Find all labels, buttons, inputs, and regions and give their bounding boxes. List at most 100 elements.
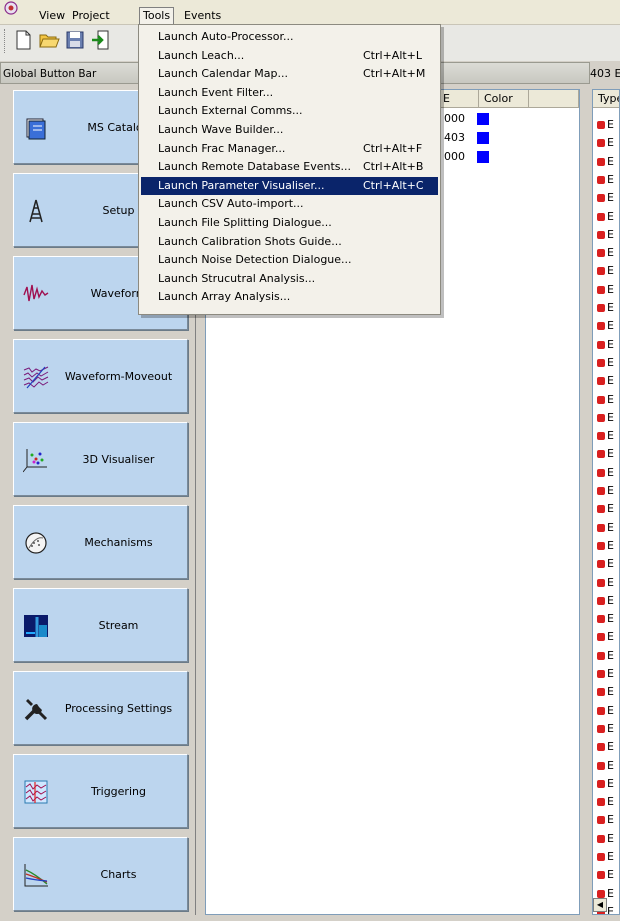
processing-settings-label: Processing Settings (64, 701, 173, 715)
event-row[interactable]: E (597, 336, 614, 354)
event-row[interactable]: E (597, 848, 614, 866)
event-row[interactable]: E (597, 464, 614, 482)
menu-tools[interactable]: Tools (139, 7, 175, 25)
event-type-icon (597, 798, 605, 807)
event-row[interactable]: E (597, 519, 614, 537)
color-swatch[interactable] (477, 132, 489, 144)
event-row[interactable]: E (597, 354, 614, 372)
event-row[interactable]: E (597, 427, 614, 445)
menu-item-leach[interactable]: Launch Leach... Ctrl+Alt+L (141, 47, 438, 66)
event-row[interactable]: E (597, 409, 614, 427)
menu-item-csv-auto-import[interactable]: Launch CSV Auto-import... (141, 195, 438, 214)
processing-settings-button[interactable]: Processing Settings (13, 671, 188, 745)
event-row[interactable]: E (597, 811, 614, 829)
menu-item-parameter-visualiser[interactable]: Launch Parameter Visualiser... Ctrl+Alt+C (141, 176, 438, 196)
menu-item-event-filter[interactable]: Launch Event Filter... (141, 84, 438, 103)
event-row[interactable]: E (597, 262, 614, 280)
event-type-label: E (607, 172, 614, 186)
open-folder-icon[interactable] (38, 29, 60, 51)
event-row[interactable]: E (597, 574, 614, 592)
menu-item-noise-detection[interactable]: Launch Noise Detection Dialogue... (141, 251, 438, 270)
events-list[interactable]: Typ e EEEEEEEEEEEEEEEEEEEEEEEEEEEEEEEEEEE… (592, 89, 620, 915)
event-row[interactable]: E (597, 537, 614, 555)
event-type-icon (597, 724, 605, 733)
event-type-icon (597, 395, 605, 404)
save-icon[interactable] (64, 29, 86, 51)
event-type-icon (597, 523, 605, 532)
mechanisms-button[interactable]: Mechanisms (13, 505, 188, 579)
event-row[interactable]: E (597, 775, 614, 793)
menu-project[interactable]: Project (69, 8, 113, 24)
toolbar-grip[interactable] (4, 29, 7, 53)
menu-item-structural-analysis[interactable]: Launch Strucutral Analysis... (141, 270, 438, 289)
event-row[interactable]: E (597, 445, 614, 463)
event-type-icon (597, 816, 605, 825)
event-row[interactable]: E (597, 153, 614, 171)
event-type-label: E (607, 154, 614, 168)
color-swatch[interactable] (477, 151, 489, 163)
menu-item-label: Launch Parameter Visualiser... (158, 178, 325, 192)
event-row[interactable]: E (597, 665, 614, 683)
menu-item-calendar-map[interactable]: Launch Calendar Map... Ctrl+Alt+M (141, 65, 438, 84)
menu-item-frac-manager[interactable]: Launch Frac Manager... Ctrl+Alt+F (141, 140, 438, 159)
event-row[interactable]: E (597, 134, 614, 152)
event-row[interactable]: E (597, 281, 614, 299)
event-row[interactable]: E (597, 738, 614, 756)
menu-view[interactable]: View (36, 8, 68, 24)
waveform-moveout-button[interactable]: Waveform-Moveout (13, 339, 188, 413)
event-row[interactable]: E (597, 866, 614, 884)
menu-events[interactable]: Events (181, 8, 224, 24)
menu-item-auto-processor[interactable]: Launch Auto-Processor... (141, 28, 438, 47)
event-row[interactable]: E (597, 299, 614, 317)
event-row[interactable]: E (597, 500, 614, 518)
color-swatch[interactable] (477, 113, 489, 125)
event-row[interactable]: E (597, 830, 614, 848)
stream-button[interactable]: Stream (13, 588, 188, 662)
event-row[interactable]: E (597, 116, 614, 134)
charts-button[interactable]: Charts (13, 837, 188, 911)
menu-item-shortcut: Ctrl+Alt+L (363, 48, 423, 62)
event-row[interactable]: E (597, 793, 614, 811)
event-row[interactable]: E (597, 317, 614, 335)
menu-item-external-comms[interactable]: Launch External Comms... (141, 102, 438, 121)
event-type-icon (597, 358, 605, 367)
event-row[interactable]: E (597, 372, 614, 390)
event-row[interactable]: E (597, 226, 614, 244)
event-type-icon (597, 633, 605, 642)
event-row[interactable]: E (597, 592, 614, 610)
menu-item-file-splitting[interactable]: Launch File Splitting Dialogue... (141, 214, 438, 233)
event-type-label: E (607, 721, 614, 735)
event-type-label: E (607, 776, 614, 790)
menu-item-array-analysis[interactable]: Launch Array Analysis... (141, 288, 438, 307)
event-row[interactable]: E (597, 702, 614, 720)
triggering-button[interactable]: Triggering (13, 754, 188, 828)
import-icon[interactable] (90, 29, 112, 51)
menu-item-remote-database-events[interactable]: Launch Remote Database Events... Ctrl+Alt… (141, 158, 438, 177)
menu-bar: View Project Tools Events (0, 0, 620, 25)
event-row[interactable]: E (597, 171, 614, 189)
event-type-icon (597, 432, 605, 441)
event-row[interactable]: E (597, 757, 614, 775)
event-row[interactable]: E (597, 720, 614, 738)
column-header-type[interactable]: Type (593, 90, 619, 108)
new-file-icon[interactable] (12, 29, 34, 51)
event-row[interactable]: E (597, 244, 614, 262)
3d-visualiser-button[interactable]: 3D Visualiser (13, 422, 188, 496)
event-type-label: E (607, 850, 614, 863)
menu-item-wave-builder[interactable]: Launch Wave Builder... (141, 121, 438, 140)
event-row[interactable]: E (597, 647, 614, 665)
event-row[interactable]: E (597, 683, 614, 701)
event-row[interactable]: E (597, 555, 614, 573)
column-header-color[interactable]: Color (479, 90, 529, 108)
row-value: 403 (444, 131, 465, 144)
scroll-left-button[interactable]: ◀ (593, 898, 607, 912)
global-button-bar-title: Global Button Bar (3, 68, 97, 80)
event-row[interactable]: E (597, 189, 614, 207)
event-row[interactable]: E (597, 482, 614, 500)
event-row[interactable]: E (597, 610, 614, 628)
event-row[interactable]: E (597, 391, 614, 409)
menu-item-calibration-shots[interactable]: Launch Calibration Shots Guide... (141, 233, 438, 252)
event-row[interactable]: E (597, 208, 614, 226)
event-row[interactable]: E (597, 628, 614, 646)
event-type-icon (597, 175, 605, 184)
